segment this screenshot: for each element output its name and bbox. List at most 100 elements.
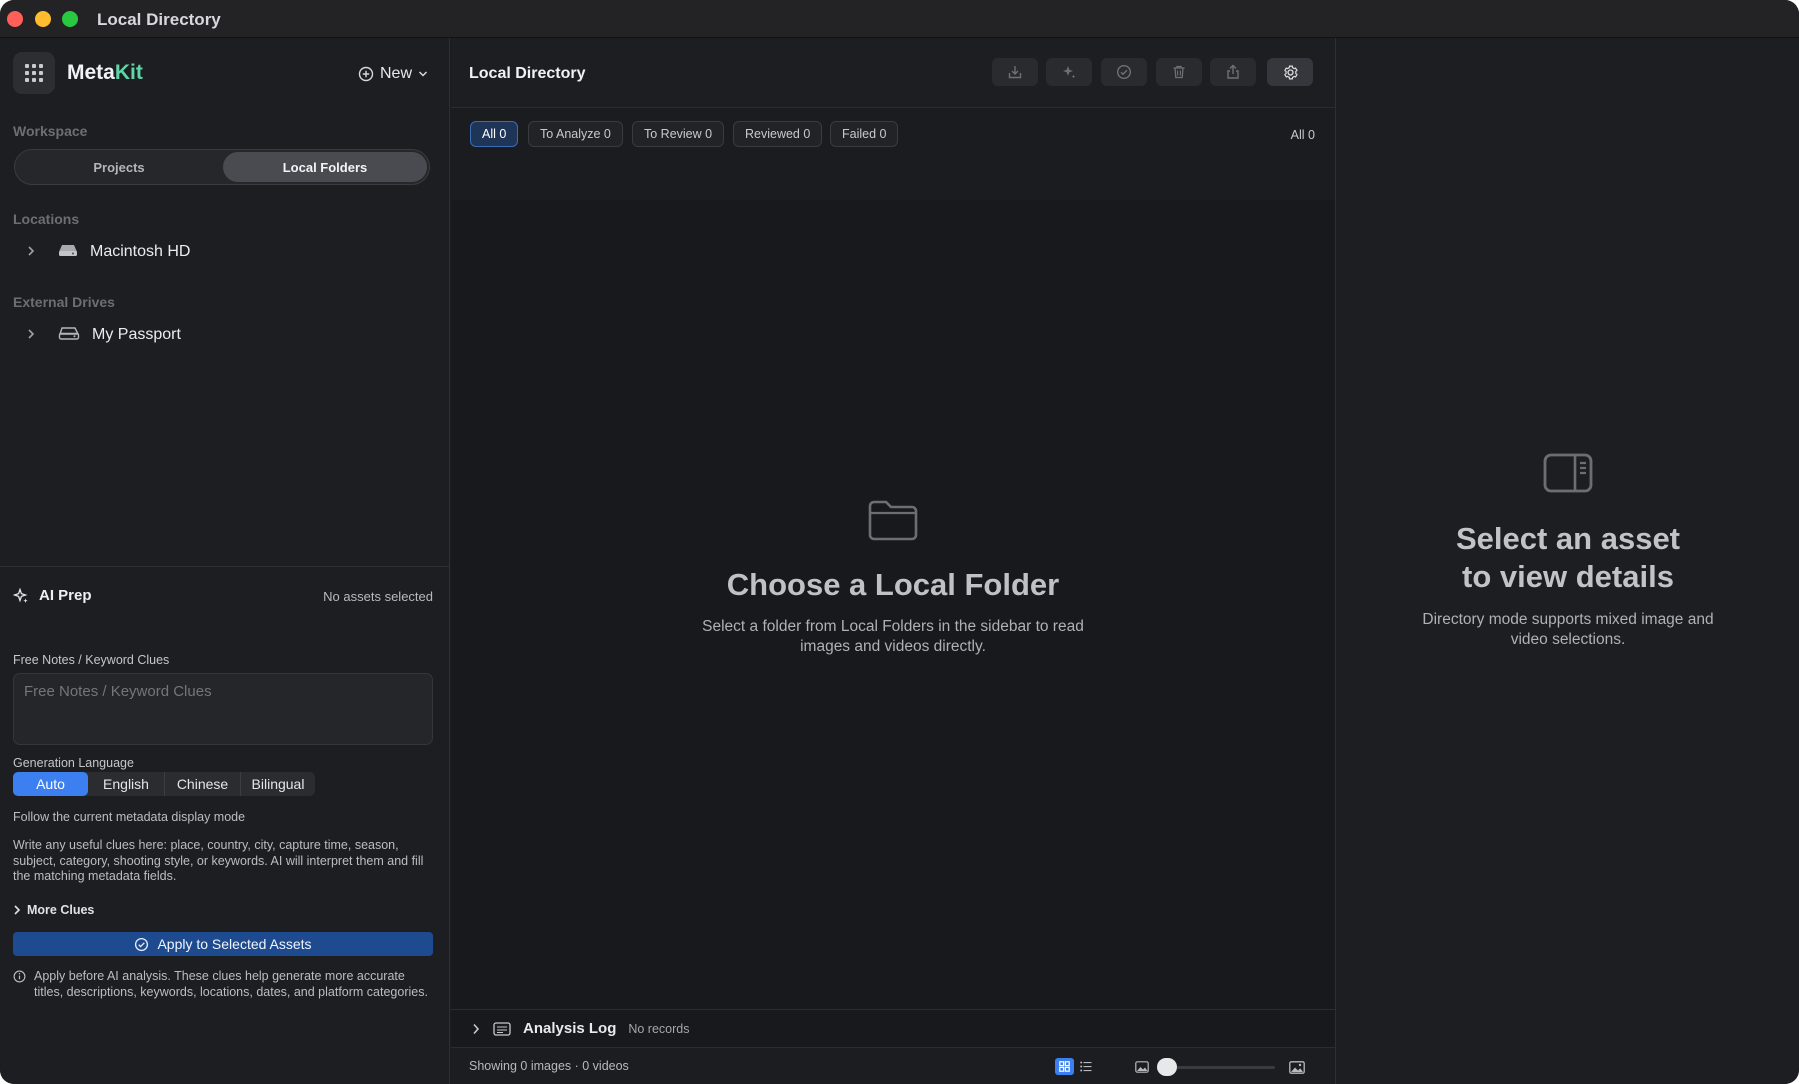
grid-view-icon [1059, 1061, 1070, 1072]
app-name-primary: Meta [67, 61, 115, 84]
internal-drive-icon [58, 242, 78, 263]
detail-description-line: video selections. [1510, 631, 1626, 648]
analysis-log-bar[interactable]: Analysis Log No records [451, 1009, 1335, 1047]
maximize-window-button[interactable] [62, 11, 78, 27]
plus-circle-icon [358, 66, 374, 82]
external-drives-label: External Drives [13, 294, 115, 310]
status-bar: Showing 0 images · 0 videos [451, 1047, 1335, 1084]
log-icon [493, 1021, 511, 1036]
approve-button[interactable] [1101, 58, 1147, 86]
analysis-log-status: No records [628, 1021, 690, 1036]
more-clues-label: More Clues [27, 903, 95, 917]
window-title: Local Directory [97, 10, 221, 29]
share-icon [1227, 64, 1239, 79]
info-text: Apply before AI analysis. These clues he… [34, 969, 428, 999]
total-count: All 0 [1290, 128, 1315, 142]
location-item-macintosh-hd[interactable]: Macintosh HD [26, 238, 190, 266]
detail-description: Directory mode supports mixed image and … [1336, 610, 1799, 650]
external-drive-item-my-passport[interactable]: My Passport [26, 321, 181, 349]
check-circle-icon [1116, 64, 1132, 80]
language-selector: Auto English Chinese Bilingual [13, 772, 315, 796]
main-header: Local Directory [451, 38, 1335, 108]
thumbnail-size-slider[interactable] [1157, 1058, 1281, 1076]
thumbnail-zoom [1135, 1058, 1305, 1076]
sparkle-icon [1063, 66, 1076, 79]
chevron-down-icon [418, 71, 428, 77]
small-image-icon [1135, 1061, 1149, 1073]
chevron-right-icon[interactable] [471, 1022, 481, 1036]
detail-panel: Select an asset to view details Director… [1335, 38, 1799, 1084]
view-mode-toggle [1055, 1058, 1095, 1075]
filter-to-review[interactable]: To Review 0 [632, 121, 725, 147]
detail-description-line: Directory mode supports mixed image and [1422, 611, 1714, 628]
notes-label: Free Notes / Keyword Clues [13, 653, 170, 667]
chevron-right-icon [14, 905, 21, 915]
slider-thumb[interactable] [1157, 1058, 1177, 1076]
help-text: Write any useful clues here: place, coun… [13, 838, 424, 883]
location-label: Macintosh HD [90, 243, 191, 260]
check-circle-icon [135, 937, 149, 951]
external-drive-label: My Passport [92, 326, 181, 343]
tab-projects[interactable]: Projects [17, 152, 221, 182]
detail-title: Select an asset to view details [1336, 520, 1799, 596]
apply-to-selected-button[interactable]: Apply to Selected Assets [13, 932, 433, 956]
notes-input[interactable] [13, 673, 433, 745]
selection-status: No assets selected [323, 589, 433, 604]
export-button[interactable] [1210, 58, 1256, 86]
generation-language-label: Generation Language [13, 756, 134, 770]
trash-icon [1173, 65, 1185, 79]
language-option-bilingual[interactable]: Bilingual [241, 772, 315, 796]
filter-failed[interactable]: Failed 0 [830, 121, 899, 147]
list-view-button[interactable] [1076, 1058, 1095, 1075]
detail-empty-state: Select an asset to view details Director… [1336, 453, 1799, 650]
detail-title-line: Select an asset [1455, 521, 1681, 556]
list-view-icon [1079, 1061, 1091, 1072]
filter-to-analyze[interactable]: To Analyze 0 [528, 121, 623, 147]
app-menu-button[interactable] [13, 52, 55, 94]
ai-prep-title: AI Prep [13, 587, 92, 604]
ai-prep-panel: AI Prep No assets selected Free Notes / … [0, 566, 450, 1084]
sidebar-panel-icon [1543, 453, 1593, 493]
grid-view-button[interactable] [1055, 1058, 1074, 1075]
workspace-switch: Projects Local Folders [14, 149, 430, 185]
new-button-label: New [380, 65, 413, 82]
import-icon [1008, 66, 1022, 79]
minimize-window-button[interactable] [35, 11, 51, 27]
app-logo-text: MetaKit [67, 61, 143, 85]
close-window-button[interactable] [7, 11, 23, 27]
new-button[interactable]: New [358, 60, 428, 88]
gear-icon [1283, 65, 1298, 79]
page-title: Local Directory [469, 65, 586, 82]
delete-button[interactable] [1156, 58, 1202, 86]
locations-label: Locations [13, 211, 80, 227]
title-bar: Local Directory [0, 0, 1799, 38]
sparkle-icon [13, 587, 28, 603]
ai-prep-title-text: AI Prep [39, 587, 92, 604]
info-note: Apply before AI analysis. These clues he… [13, 969, 433, 1000]
sidebar: MetaKit New Workspace Projects Local Fol… [0, 38, 450, 1084]
slider-track [1163, 1066, 1275, 1069]
empty-state: Choose a Local Folder Select a folder fr… [451, 498, 1335, 657]
asset-count-status: Showing 0 images · 0 videos [469, 1059, 629, 1073]
language-option-chinese[interactable]: Chinese [165, 772, 241, 796]
tab-local-folders[interactable]: Local Folders [223, 152, 427, 182]
info-icon [13, 970, 26, 983]
chevron-right-icon[interactable] [26, 244, 42, 260]
empty-title: Choose a Local Folder [726, 567, 1060, 602]
language-option-english[interactable]: English [88, 772, 165, 796]
large-image-icon [1289, 1060, 1305, 1074]
settings-button[interactable] [1267, 58, 1313, 86]
more-clues-toggle[interactable]: More Clues [13, 903, 94, 917]
folder-icon [868, 500, 918, 541]
empty-description-line: Select a folder from Local Folders in th… [702, 618, 1084, 635]
external-drive-icon [58, 325, 80, 346]
import-button[interactable] [992, 58, 1038, 86]
chevron-right-icon[interactable] [26, 327, 42, 343]
grid-icon [25, 64, 43, 82]
apply-button-label: Apply to Selected Assets [157, 936, 312, 952]
analyze-button[interactable] [1046, 58, 1092, 86]
filter-all[interactable]: All 0 [470, 121, 519, 147]
empty-description: Select a folder from Local Folders in th… [451, 617, 1335, 657]
filter-reviewed[interactable]: Reviewed 0 [733, 121, 823, 147]
language-option-auto[interactable]: Auto [13, 772, 88, 796]
